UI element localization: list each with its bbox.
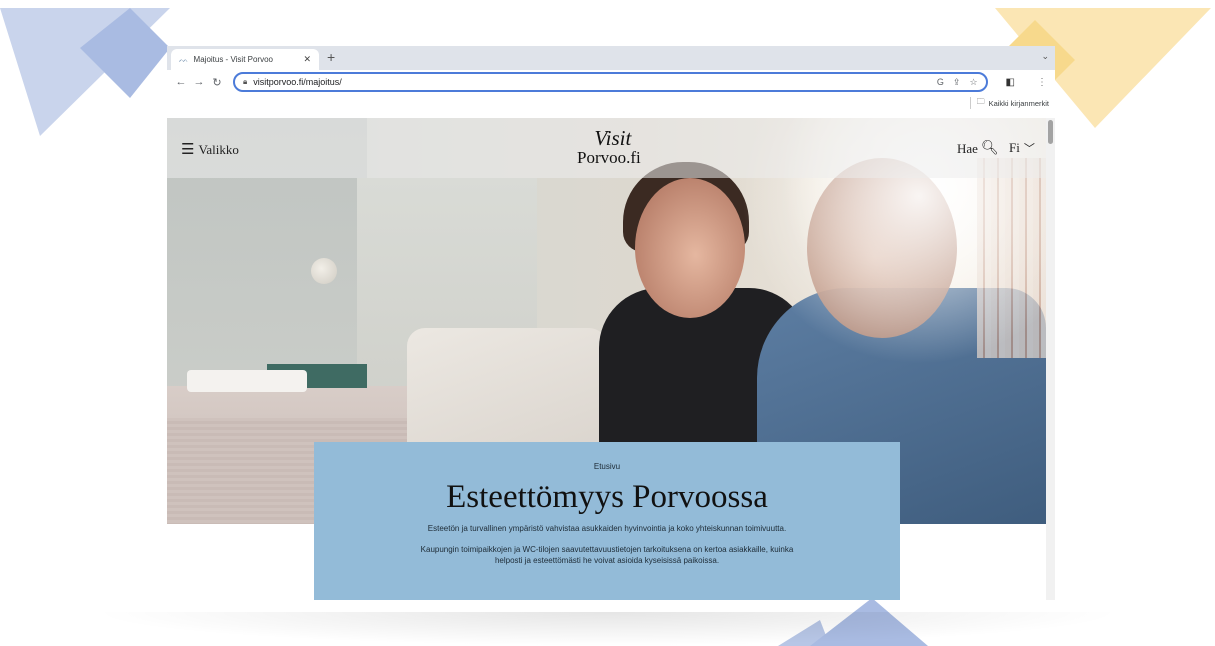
browser-menu-icon[interactable]: ⋮ xyxy=(1037,77,1047,88)
forward-arrow-icon[interactable]: → xyxy=(191,76,207,88)
url-text[interactable]: visitporvoo.fi/majoitus/ xyxy=(253,77,928,87)
tab-majoitus[interactable]: ᨓ Majoitus - Visit Porvoo ✕ xyxy=(171,49,319,70)
bookmarks-separator xyxy=(969,97,971,109)
address-bar[interactable]: 🔒︎ visitporvoo.fi/majoitus/ G ⇪ ☆ xyxy=(233,72,988,92)
scrollbar-thumb[interactable] xyxy=(1048,120,1053,144)
page-scrollbar[interactable] xyxy=(1046,118,1055,600)
tab-title: Majoitus - Visit Porvoo xyxy=(193,55,273,64)
site-header: ☰ Valikko Visit Porvoo.fi Hae 🔍︎ Fi ﹀ xyxy=(167,118,1046,178)
logo-line2: Porvoo.fi xyxy=(577,148,641,167)
browser-window: ᨓ Majoitus - Visit Porvoo ✕ + ⌄ ← → ↻ 🔒︎… xyxy=(167,46,1055,600)
visitporvoo-favicon-icon: ᨓ xyxy=(179,54,189,64)
new-tab-button[interactable]: + xyxy=(327,49,335,65)
page-title: Esteettömyys Porvoossa xyxy=(446,479,768,515)
bookmarks-bar: 🗀 Kaikki kirjanmerkit xyxy=(167,94,1055,112)
site-logo[interactable]: Visit Porvoo.fi xyxy=(577,126,641,167)
intro-paragraph-2: Kaupungin toimipaikkojen ja WC-tilojen s… xyxy=(420,544,794,565)
decorative-blue-diamonds xyxy=(0,8,170,136)
folder-icon: 🗀 xyxy=(976,97,985,106)
lock-icon[interactable]: 🔒︎ xyxy=(243,77,247,87)
language-label: Fi xyxy=(1009,140,1020,155)
chevron-down-icon: ﹀ xyxy=(1023,143,1035,155)
hero-text-card: Etusivu Esteettömyys Porvoossa Esteetön … xyxy=(314,442,900,600)
page-shadow xyxy=(90,612,1125,646)
search-label: Hae xyxy=(957,140,978,156)
search-icon: 🔍︎ xyxy=(980,141,999,156)
tab-search-chevron-icon[interactable]: ⌄ xyxy=(1041,51,1049,62)
breadcrumb[interactable]: Etusivu xyxy=(314,462,900,471)
menu-label: Valikko xyxy=(198,141,239,157)
close-tab-icon[interactable]: ✕ xyxy=(303,54,311,65)
page-content: ☰ Valikko Visit Porvoo.fi Hae 🔍︎ Fi ﹀ Et… xyxy=(167,118,1055,600)
share-icon[interactable]: ⇪ xyxy=(953,77,961,88)
google-translate-icon[interactable]: G xyxy=(937,77,944,87)
search-button[interactable]: Hae 🔍︎ xyxy=(957,140,999,157)
intro-paragraph-1: Esteetön ja turvallinen ympäristö vahvis… xyxy=(427,524,787,533)
hamburger-icon: ☰ xyxy=(181,142,195,158)
all-bookmarks-link[interactable]: Kaikki kirjanmerkit xyxy=(989,99,1049,108)
bookmark-star-icon[interactable]: ☆ xyxy=(969,77,977,88)
side-panel-icon[interactable]: ◧ xyxy=(1006,77,1015,88)
reload-icon[interactable]: ↻ xyxy=(209,76,225,89)
back-arrow-icon[interactable]: ← xyxy=(173,76,189,88)
logo-line1: Visit xyxy=(594,126,632,150)
browser-toolbar: ← → ↻ 🔒︎ visitporvoo.fi/majoitus/ G ⇪ ☆ … xyxy=(167,70,1055,94)
menu-button[interactable]: ☰ Valikko xyxy=(181,140,239,159)
tab-strip: ᨓ Majoitus - Visit Porvoo ✕ + ⌄ xyxy=(167,46,1055,70)
language-selector[interactable]: Fi ﹀ xyxy=(1009,140,1035,156)
